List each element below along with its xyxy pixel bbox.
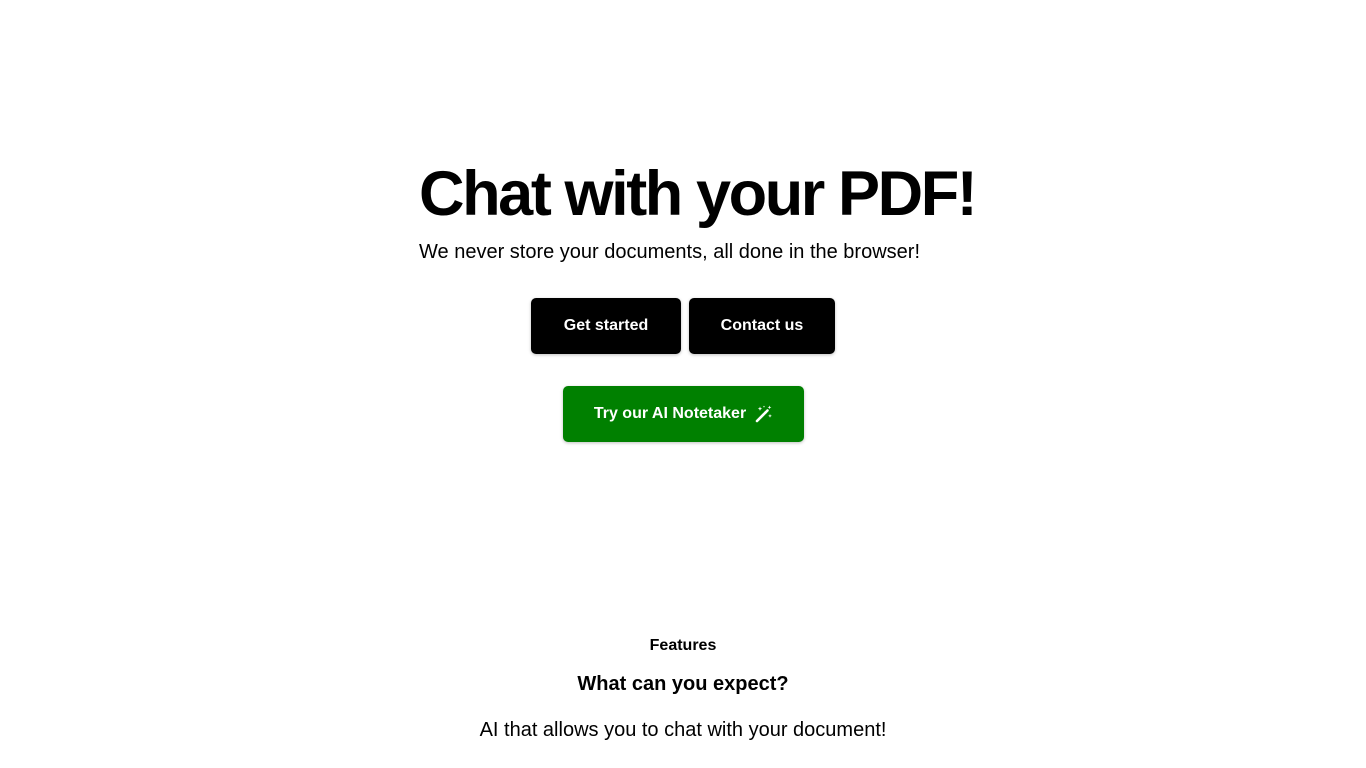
hero-title: Chat with your PDF! <box>419 159 978 229</box>
notetaker-button-label: Try our AI Notetaker <box>593 405 747 422</box>
hero-subtitle: We never store your documents, all done … <box>419 241 920 263</box>
hero-text-block: Chat with your PDF! We never store your … <box>419 158 978 266</box>
hero-button-row: Get started Contact us <box>0 298 1366 354</box>
features-eyebrow: Features <box>649 637 717 654</box>
features-heading: What can you expect? <box>577 673 789 695</box>
features-section: Features What can you expect? AI that al… <box>0 634 1366 744</box>
page: Chat with your PDF! We never store your … <box>0 0 1366 768</box>
contact-us-button[interactable]: Contact us <box>689 298 835 354</box>
notetaker-row: Try our AI Notetaker <box>0 386 1366 442</box>
try-ai-notetaker-button[interactable]: Try our AI Notetaker <box>562 386 804 442</box>
features-description: AI that allows you to chat with your doc… <box>479 719 887 741</box>
magic-wand-icon <box>754 404 774 424</box>
get-started-button[interactable]: Get started <box>531 298 681 354</box>
